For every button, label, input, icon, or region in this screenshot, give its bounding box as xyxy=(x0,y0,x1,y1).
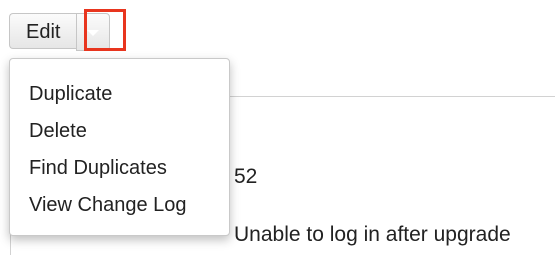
stage: 52 Unable to log in after upgrade Edit D… xyxy=(0,0,555,255)
menu-item-delete[interactable]: Delete xyxy=(10,113,229,150)
menu-item-find-duplicates[interactable]: Find Duplicates xyxy=(10,150,229,187)
edit-button[interactable]: Edit xyxy=(9,13,77,49)
record-subject: Unable to log in after upgrade xyxy=(234,223,511,246)
actions-dropdown-menu: Duplicate Delete Find Duplicates View Ch… xyxy=(9,58,230,236)
record-number: 52 xyxy=(234,165,258,188)
menu-item-duplicate[interactable]: Duplicate xyxy=(10,76,229,113)
actions-dropdown-toggle[interactable] xyxy=(76,13,111,51)
menu-item-view-change-log[interactable]: View Change Log xyxy=(10,187,229,224)
action-button-group: Edit xyxy=(9,13,111,51)
chevron-down-icon xyxy=(87,30,100,36)
